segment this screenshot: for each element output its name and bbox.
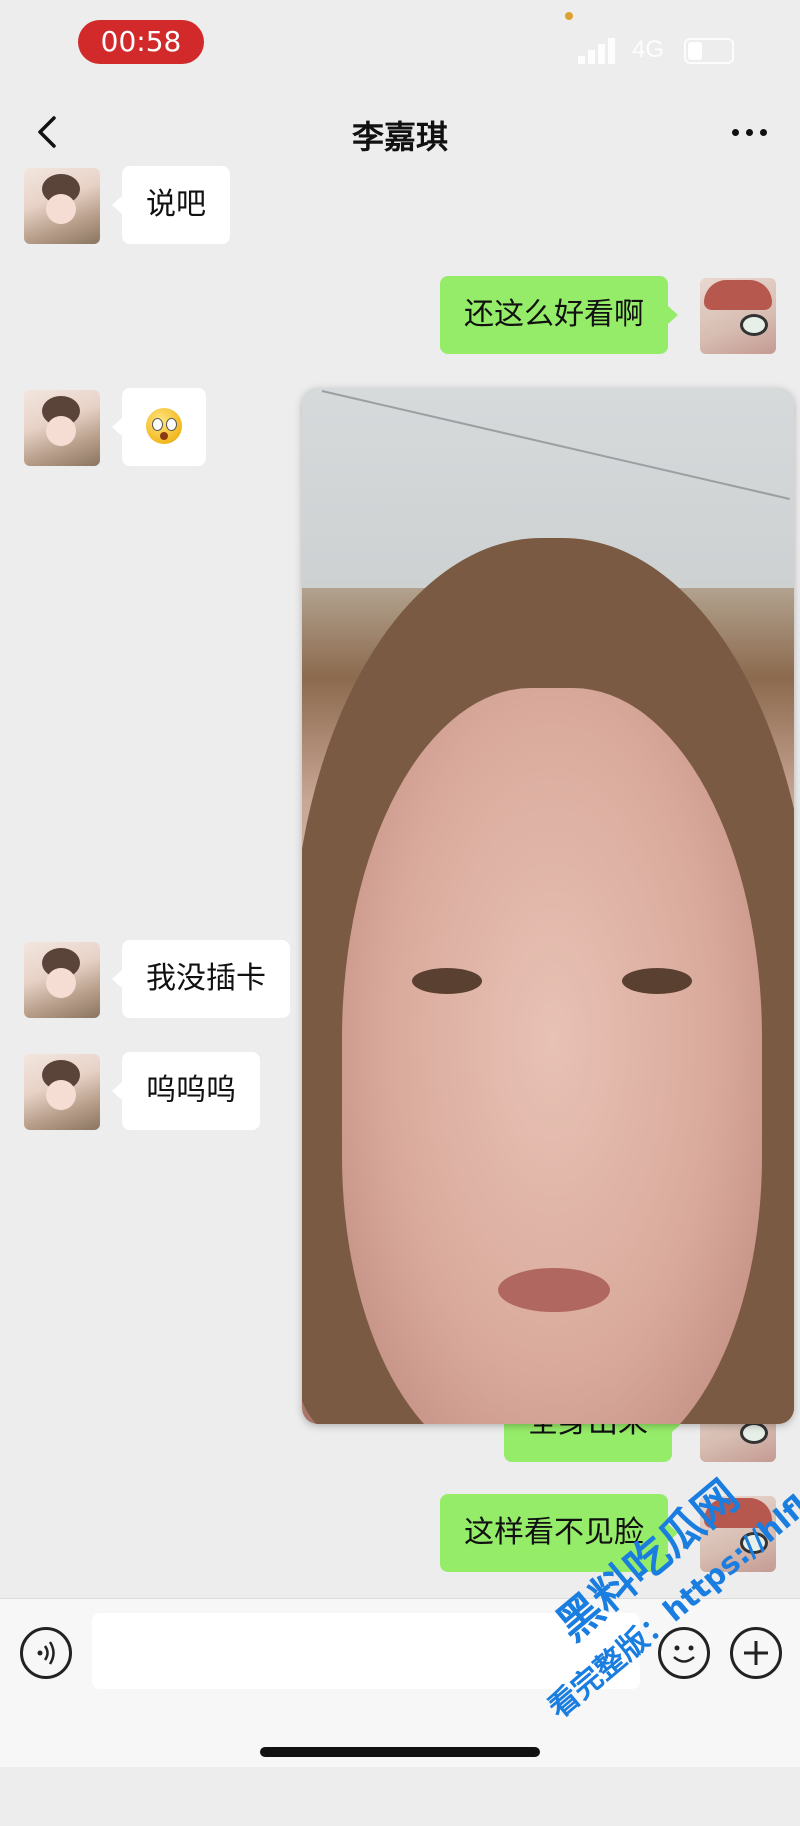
contact-avatar[interactable] (24, 942, 100, 1018)
my-avatar[interactable] (700, 278, 776, 354)
home-indicator[interactable] (260, 1747, 540, 1757)
message-bubble-received[interactable]: 我没插卡 (112, 940, 290, 1018)
caller-face (342, 688, 762, 1424)
signal-strength-icon (578, 36, 624, 64)
message-bubble-sent[interactable]: 还这么好看啊 (440, 276, 678, 354)
flushed-face-emoji-icon (146, 408, 182, 444)
battery-icon (684, 38, 734, 64)
message-bubble-received[interactable]: 说吧 (112, 166, 230, 244)
video-call-preview[interactable] (302, 388, 794, 1424)
privacy-indicator-dot (565, 12, 573, 20)
site-watermark: 黑料吃瓜网 看完整版：https://hlfl41.com (482, 1410, 800, 1826)
contact-avatar[interactable] (24, 390, 100, 466)
chat-screen: { "status_bar": { "recording_time": "00:… (0, 0, 800, 1767)
network-type: 4G (632, 36, 665, 63)
voice-icon[interactable] (20, 1627, 72, 1679)
message-bubble-received[interactable]: 呜呜呜 (112, 1052, 260, 1130)
chat-header: 李嘉琪 (0, 90, 800, 174)
message-bubble-emoji[interactable] (112, 388, 206, 466)
recording-timer[interactable]: 00:58 (78, 20, 204, 64)
status-bar: 00:58 4G (0, 0, 800, 90)
contact-avatar[interactable] (24, 168, 100, 244)
chat-title: 李嘉琪 (351, 119, 448, 155)
more-dots-icon[interactable] (728, 114, 772, 150)
contact-avatar[interactable] (24, 1054, 100, 1130)
